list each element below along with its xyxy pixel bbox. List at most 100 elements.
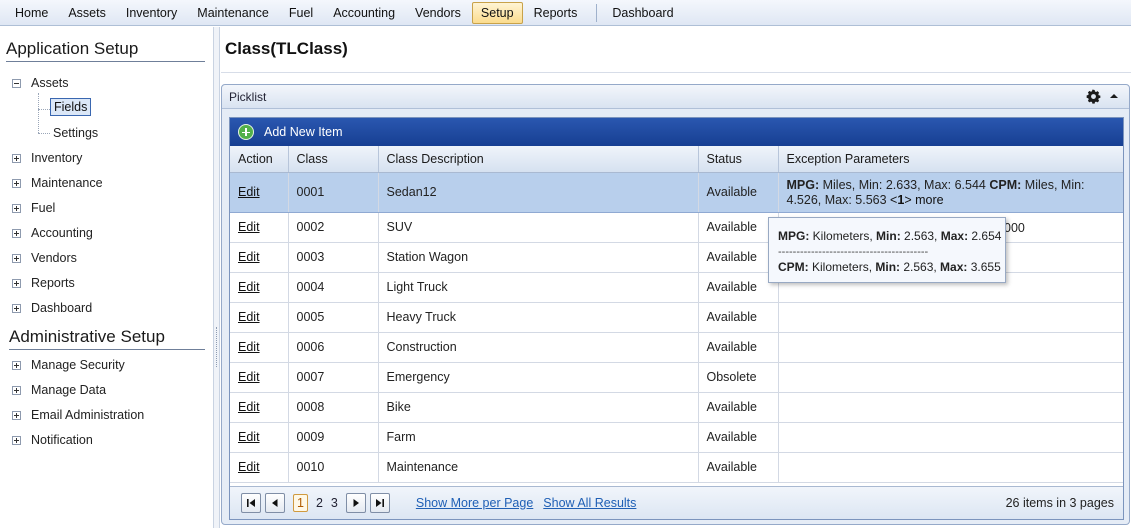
edit-link[interactable]: Edit: [238, 310, 260, 324]
edit-link[interactable]: Edit: [238, 400, 260, 414]
tree-label: Reports: [31, 276, 75, 290]
menu-vendors[interactable]: Vendors: [406, 2, 470, 24]
page-title: Class(TLClass): [225, 39, 348, 58]
tooltip-line-mpg: MPG: Kilometers, Min: 2.563, Max: 2.654: [778, 227, 1005, 246]
edit-link[interactable]: Edit: [238, 460, 260, 474]
column-header-class[interactable]: Class: [288, 146, 379, 173]
exception-text: Miles, Min: 2.633, Max: 6.544: [819, 177, 990, 192]
previous-page-icon: [272, 499, 278, 507]
table-row[interactable]: Edit 0009 Farm Available: [230, 422, 1123, 453]
show-all-results-link[interactable]: Show All Results: [543, 496, 636, 510]
tree-node-settings[interactable]: Settings: [53, 126, 98, 140]
tree-node-reports[interactable]: Reports: [12, 276, 75, 290]
menu-home[interactable]: Home: [6, 2, 57, 24]
expand-icon[interactable]: [12, 435, 21, 445]
menu-setup[interactable]: Setup: [471, 1, 523, 24]
tree-node-assets[interactable]: Assets: [12, 76, 69, 90]
tooltip-label: Max:: [940, 229, 969, 243]
expand-icon[interactable]: [12, 278, 21, 288]
more-label: more: [911, 192, 944, 207]
more-exceptions-link[interactable]: <1> more: [890, 193, 944, 207]
tooltip-label: Min:: [875, 260, 901, 274]
cell-status: Available: [698, 332, 779, 363]
count-bracket: >: [904, 192, 912, 207]
tree-label: Email Administration: [31, 408, 145, 422]
page-number[interactable]: 3: [331, 496, 338, 510]
tooltip-text: 2.654: [968, 229, 1002, 243]
page-number[interactable]: 2: [316, 496, 323, 510]
table-row[interactable]: Edit 0008 Bike Available: [230, 392, 1123, 423]
menu-assets[interactable]: Assets: [59, 2, 115, 24]
table-row[interactable]: Edit 0005 Heavy Truck Available: [230, 302, 1123, 333]
column-header-exception-parameters[interactable]: Exception Parameters: [778, 146, 1123, 173]
menu-dashboard[interactable]: Dashboard: [603, 2, 682, 24]
tree-label: Assets: [31, 76, 69, 90]
menu-maintenance[interactable]: Maintenance: [188, 2, 278, 24]
tree-node-manage-data[interactable]: Manage Data: [12, 383, 106, 397]
column-header-action[interactable]: Action: [230, 146, 289, 173]
edit-link[interactable]: Edit: [238, 185, 260, 199]
tree-connector: [38, 93, 39, 133]
first-page-button[interactable]: [241, 493, 261, 513]
tree-node-fields[interactable]: Fields: [50, 98, 92, 116]
picklist-panel: Picklist Add New Item Action Class Class…: [221, 84, 1130, 525]
cell-description: Sedan12: [378, 172, 699, 213]
tree-node-manage-security[interactable]: Manage Security: [12, 358, 125, 372]
edit-link[interactable]: Edit: [238, 370, 260, 384]
tree-node-vendors[interactable]: Vendors: [12, 251, 77, 265]
expand-icon[interactable]: [12, 203, 21, 213]
expand-icon[interactable]: [12, 153, 21, 163]
table-row[interactable]: Edit 0010 Maintenance Available: [230, 452, 1123, 483]
expand-icon[interactable]: [12, 385, 21, 395]
tree-node-accounting[interactable]: Accounting: [12, 226, 93, 240]
expand-icon[interactable]: [12, 360, 21, 370]
previous-page-button[interactable]: [265, 493, 285, 513]
menu-reports[interactable]: Reports: [525, 2, 587, 24]
collapse-icon[interactable]: [12, 78, 21, 88]
last-page-button[interactable]: [369, 493, 390, 513]
exception-parameters-tooltip: MPG: Kilometers, Min: 2.563, Max: 2.654 …: [768, 217, 1006, 283]
gear-icon[interactable]: [1086, 89, 1101, 104]
tree-node-email-administration[interactable]: Email Administration: [12, 408, 144, 422]
menu-fuel[interactable]: Fuel: [280, 2, 322, 24]
edit-link[interactable]: Edit: [238, 280, 260, 294]
page-number-current[interactable]: 1: [293, 494, 308, 512]
collapse-panel-icon[interactable]: [1109, 91, 1119, 101]
tree-label: Dashboard: [31, 301, 93, 315]
edit-link[interactable]: Edit: [238, 250, 260, 264]
edit-link[interactable]: Edit: [238, 430, 260, 444]
expand-icon[interactable]: [12, 410, 21, 420]
table-row[interactable]: Edit 0006 Construction Available: [230, 332, 1123, 363]
edit-link[interactable]: Edit: [238, 340, 260, 354]
tree-node-notification[interactable]: Notification: [12, 433, 93, 447]
tooltip-label: Max:: [940, 260, 968, 274]
table-row[interactable]: Edit 0001 Sedan12 Available MPG: Miles, …: [230, 172, 1123, 213]
menu-accounting[interactable]: Accounting: [324, 2, 404, 24]
next-page-button[interactable]: [345, 493, 366, 513]
expand-icon[interactable]: [12, 253, 21, 263]
cell-description: SUV: [378, 212, 699, 243]
add-new-item-button[interactable]: Add New Item: [230, 118, 1123, 146]
picklist-panel-header: Picklist: [222, 85, 1129, 109]
tree-node-inventory[interactable]: Inventory: [12, 151, 82, 165]
splitter-grip[interactable]: [216, 327, 218, 367]
row2-exception-partial: 000: [1004, 221, 1025, 235]
expand-icon[interactable]: [12, 303, 21, 313]
tree-node-dashboard[interactable]: Dashboard: [12, 301, 92, 315]
panel-splitter[interactable]: [214, 27, 220, 528]
tree-label: Accounting: [31, 226, 93, 240]
show-more-per-page-link[interactable]: Show More per Page: [416, 496, 533, 510]
application-setup-title: Application Setup: [6, 39, 205, 62]
menu-inventory[interactable]: Inventory: [117, 2, 186, 24]
column-header-status[interactable]: Status: [698, 146, 779, 173]
edit-link[interactable]: Edit: [238, 220, 260, 234]
picklist-title: Picklist: [229, 89, 267, 104]
column-header-class-description[interactable]: Class Description: [378, 146, 699, 173]
tree-node-fuel[interactable]: Fuel: [12, 201, 55, 215]
tree-label: Fuel: [31, 201, 56, 215]
expand-icon[interactable]: [12, 228, 21, 238]
cell-class: 0002: [288, 212, 379, 243]
table-row[interactable]: Edit 0007 Emergency Obsolete: [230, 362, 1123, 393]
expand-icon[interactable]: [12, 178, 21, 188]
tree-node-maintenance[interactable]: Maintenance: [12, 176, 103, 190]
